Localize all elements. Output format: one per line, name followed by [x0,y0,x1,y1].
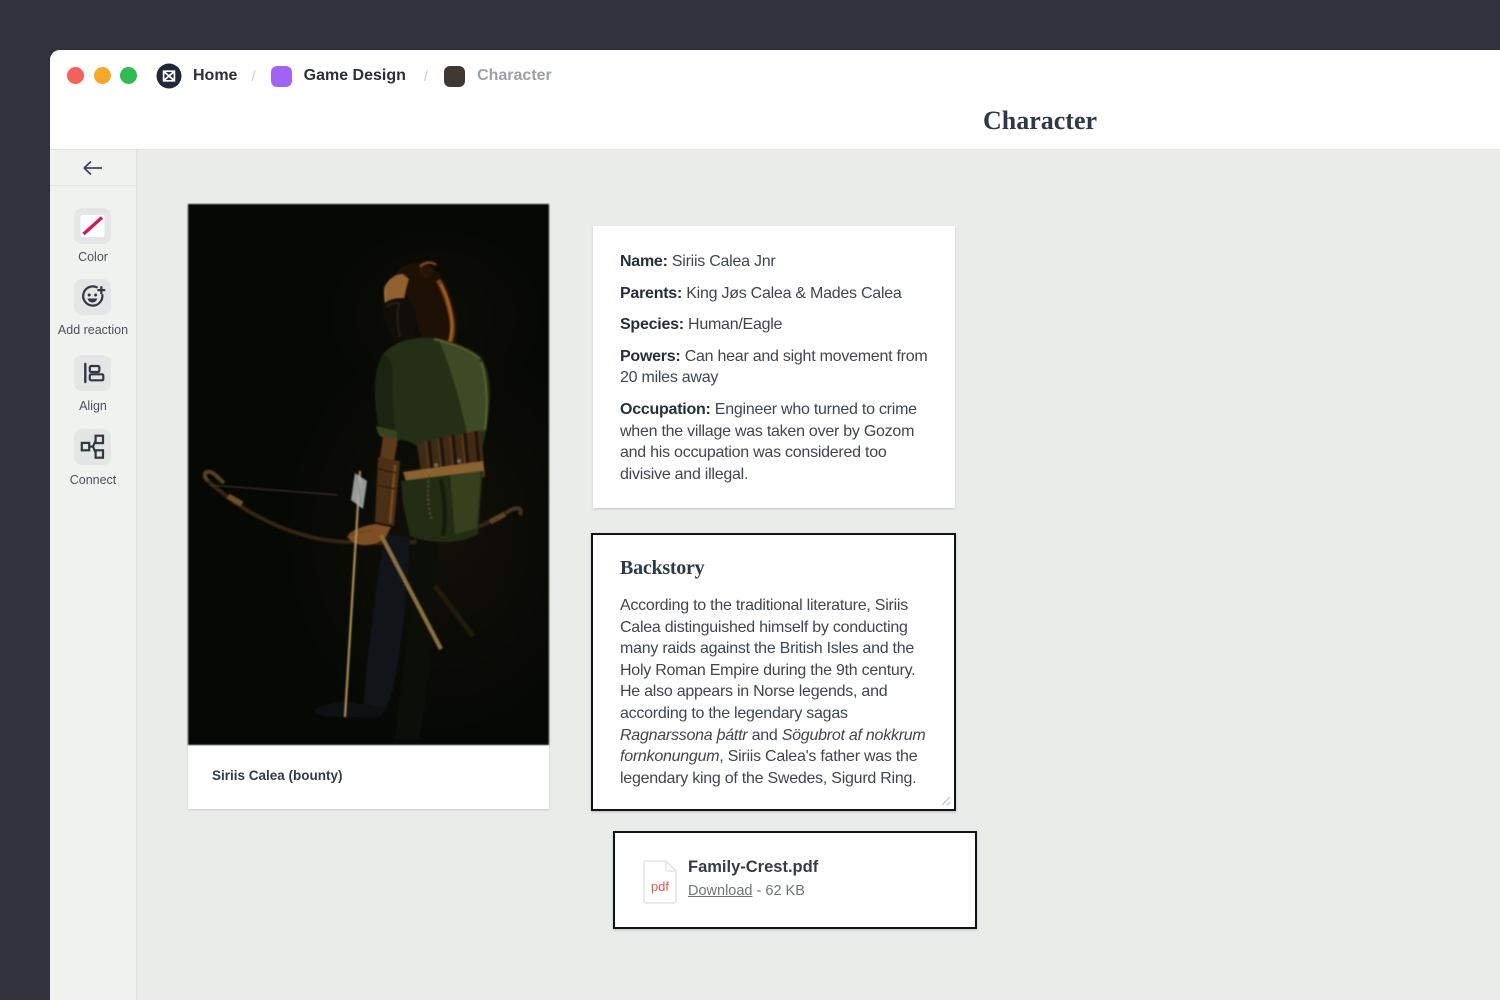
svg-text:pdf: pdf [651,879,669,894]
